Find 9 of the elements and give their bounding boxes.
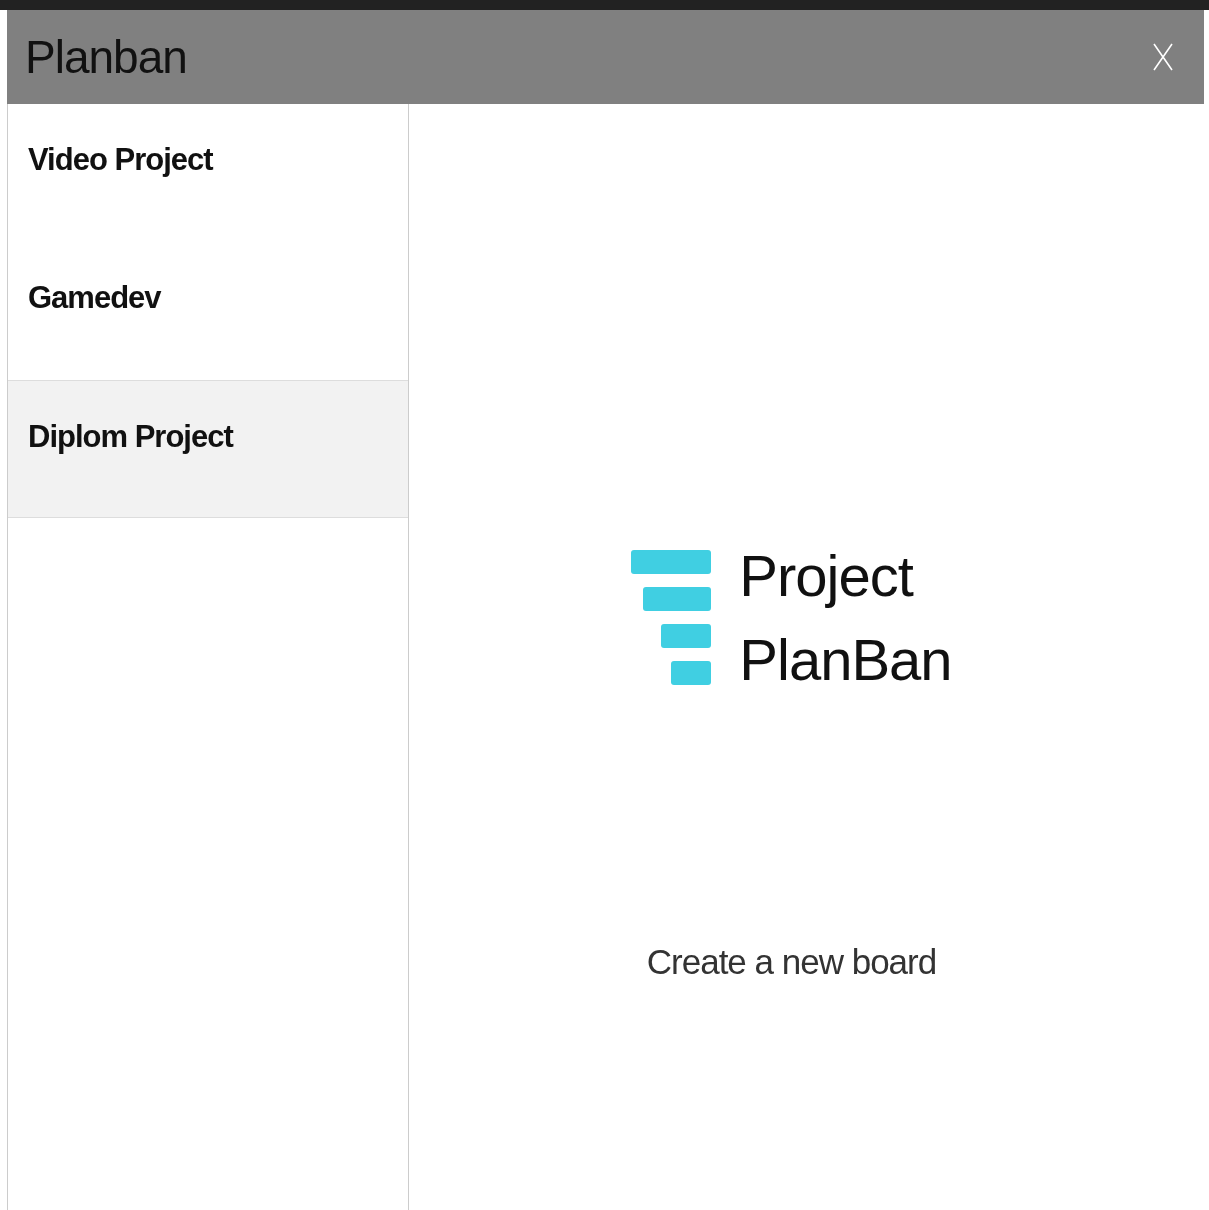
logo-text: Project	[739, 542, 915, 610]
logo-text: PlanBan	[739, 626, 952, 694]
sidebar-item[interactable]: Diplom Project	[8, 380, 408, 518]
window-title: Planban	[25, 30, 187, 84]
create-board-link[interactable]: Create a new board	[646, 942, 937, 982]
sidebar-item[interactable]: Video Project	[8, 104, 408, 242]
sidebar-item[interactable]: Gamedev	[8, 242, 408, 380]
close-icon[interactable]	[1152, 42, 1174, 72]
logo-icon	[631, 550, 714, 686]
